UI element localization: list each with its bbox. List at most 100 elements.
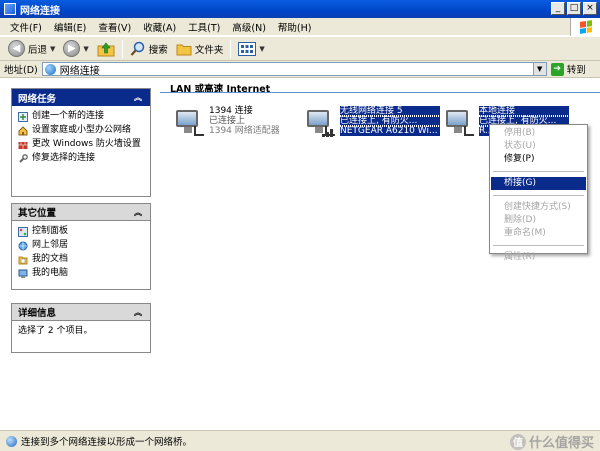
search-icon	[130, 41, 145, 56]
menu-separator	[493, 195, 584, 196]
collapse-icon[interactable]: ︽	[132, 206, 144, 218]
network-tasks-header[interactable]: 网络任务 ︽	[12, 89, 150, 106]
chevron-down-icon[interactable]: ▼	[259, 45, 264, 53]
menu-bridge[interactable]: 桥接(G)	[491, 177, 586, 190]
folder-icon	[176, 44, 192, 55]
task-firewall-settings[interactable]: 更改 Windows 防火墙设置	[18, 139, 144, 150]
search-label: 搜索	[148, 44, 168, 56]
folders-label: 文件夹	[194, 44, 224, 56]
menu-disable[interactable]: 停用(B)	[491, 127, 586, 140]
control-panel-icon	[18, 227, 28, 237]
collapse-icon[interactable]: ︽	[132, 306, 144, 318]
title-bar: 网络连接 _ □ ×	[0, 0, 600, 18]
menu-create-shortcut[interactable]: 创建快捷方式(S)	[491, 201, 586, 214]
menu-advanced[interactable]: 高级(N)	[226, 20, 272, 34]
network-bridge-icon	[6, 435, 17, 447]
other-places-panel: 其它位置 ︽ 控制面板 网上邻居 我的文档 我的电脑	[11, 203, 151, 290]
close-button[interactable]: ×	[583, 2, 597, 15]
address-dropdown-icon[interactable]: ▼	[532, 63, 546, 75]
connection-device: NETGEAR A6210 Wi...	[339, 125, 441, 137]
menu-status[interactable]: 状态(U)	[491, 140, 586, 153]
menu-separator	[493, 245, 584, 246]
toolbar-separator	[230, 39, 232, 58]
place-network-places[interactable]: 网上邻居	[18, 240, 144, 251]
search-button[interactable]: 搜索	[126, 39, 172, 59]
forward-button[interactable]: ▶ ▼	[59, 39, 92, 59]
connection-wireless[interactable]: 无线网络连接 5 已连接上, 有防火... NETGEAR A6210 Wi..…	[303, 105, 441, 138]
task-repair-connection[interactable]: 修复选择的连接	[18, 153, 144, 164]
firewall-icon	[18, 142, 28, 149]
forward-arrow-icon: ▶	[63, 40, 81, 57]
other-places-header[interactable]: 其它位置 ︽	[12, 204, 150, 221]
details-title: 详细信息	[18, 308, 57, 319]
menu-properties[interactable]: 属性(R)	[491, 251, 586, 264]
menu-rename[interactable]: 重命名(M)	[491, 227, 586, 240]
connection-name: 无线网络连接 5	[339, 105, 441, 117]
connection-name: 本地连接	[478, 105, 570, 117]
place-my-documents[interactable]: 我的文档	[18, 254, 144, 265]
menu-tools[interactable]: 工具(T)	[182, 20, 226, 34]
go-button[interactable]: ➔ 转到	[550, 62, 586, 76]
address-value: 网络连接	[59, 65, 100, 77]
back-button[interactable]: ◀ 后退 ▼	[4, 39, 59, 59]
task-home-network[interactable]: 设置家庭或小型办公网络	[18, 125, 144, 136]
connection-status: 已连接上	[209, 116, 246, 126]
folders-button[interactable]: 文件夹	[172, 39, 228, 59]
computer-icon	[18, 269, 28, 278]
task-new-connection[interactable]: 创建一个新的连接	[18, 111, 144, 122]
menu-help[interactable]: 帮助(H)	[272, 20, 318, 34]
toolbar-separator	[121, 39, 123, 58]
details-header[interactable]: 详细信息 ︽	[12, 304, 150, 321]
window-title: 网络连接	[20, 5, 60, 17]
menu-view[interactable]: 查看(V)	[92, 20, 137, 34]
task-pane: 网络任务 ︽ 创建一个新的连接 设置家庭或小型办公网络 更改 Windows 防…	[0, 79, 160, 430]
menu-favorites[interactable]: 收藏(A)	[137, 20, 182, 34]
address-input[interactable]: 网络连接 ▼	[41, 62, 547, 77]
views-icon	[238, 41, 257, 56]
watermark-text: 什么值得买	[528, 436, 594, 451]
status-text: 连接到多个网络连接以形成一个网络桥。	[21, 437, 193, 448]
menu-bar: 文件(F) 编辑(E) 查看(V) 收藏(A) 工具(T) 高级(N) 帮助(H…	[0, 18, 600, 36]
back-label: 后退	[28, 44, 48, 56]
other-places-title: 其它位置	[18, 208, 57, 219]
group-divider	[160, 92, 600, 93]
up-button[interactable]	[93, 39, 119, 59]
local-area-connection-icon	[442, 106, 476, 138]
status-bar: 连接到多个网络连接以形成一个网络桥。 值 什么值得买	[0, 430, 600, 451]
menu-delete[interactable]: 删除(D)	[491, 214, 586, 227]
go-arrow-icon: ➔	[550, 62, 564, 76]
network-places-icon	[18, 241, 28, 251]
address-label: 地址(D)	[4, 65, 38, 76]
views-button[interactable]: ▼	[234, 39, 268, 59]
chevron-down-icon[interactable]: ▼	[50, 45, 55, 53]
menu-edit[interactable]: 编辑(E)	[48, 20, 92, 34]
menu-repair[interactable]: 修复(P)	[491, 153, 586, 166]
wireless-signal-icon	[322, 129, 333, 137]
details-text: 选择了 2 个项目。	[18, 326, 93, 336]
wireless-connection-icon	[303, 106, 337, 138]
watermark: 值 什么值得买	[509, 432, 594, 451]
context-menu: 停用(B) 状态(U) 修复(P) 桥接(G) 创建快捷方式(S) 删除(D) …	[489, 124, 588, 262]
repair-icon	[19, 154, 28, 163]
place-my-computer[interactable]: 我的电脑	[18, 268, 144, 279]
minimize-button[interactable]: _	[551, 2, 565, 15]
connection-1394[interactable]: 1394 连接 已连接上 1394 网络适配器	[172, 106, 280, 138]
menu-file[interactable]: 文件(F)	[4, 20, 48, 34]
network-tasks-panel: 网络任务 ︽ 创建一个新的连接 设置家庭或小型办公网络 更改 Windows 防…	[11, 88, 151, 197]
toolbar: ◀ 后退 ▼ ▶ ▼ 搜索 文件夹 ▼	[0, 37, 600, 61]
windows-logo-icon	[570, 18, 600, 36]
connection-1394-icon	[172, 106, 206, 138]
watermark-logo-icon: 值	[509, 433, 526, 450]
collapse-icon[interactable]: ︽	[132, 92, 144, 104]
connection-status: 已连接上, 有防火...	[339, 115, 441, 127]
place-control-panel[interactable]: 控制面板	[18, 226, 144, 237]
address-bar: 地址(D) 网络连接 ▼ ➔ 转到	[0, 61, 600, 78]
maximize-button[interactable]: □	[567, 2, 581, 15]
connection-device: 1394 网络适配器	[209, 126, 280, 136]
go-label: 转到	[566, 65, 586, 76]
window-controls: _ □ ×	[551, 2, 597, 15]
documents-icon	[18, 256, 28, 265]
chevron-down-icon[interactable]: ▼	[83, 45, 88, 53]
network-icon	[44, 63, 56, 75]
new-connection-icon	[18, 112, 28, 122]
